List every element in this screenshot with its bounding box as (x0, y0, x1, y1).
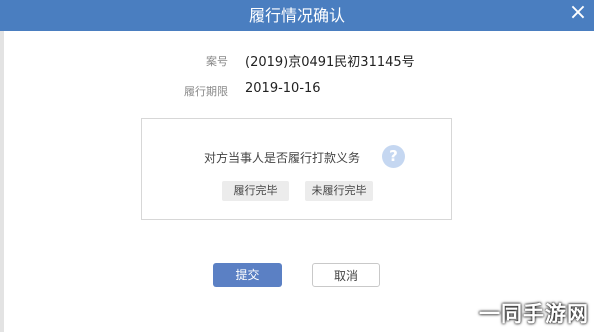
question-help-icon[interactable]: ? (382, 145, 405, 168)
left-edge-divider (0, 31, 4, 332)
dialog-title: 履行情况确认 (248, 6, 345, 25)
dialog-header: 履行情况确认 × (0, 0, 594, 31)
option-fulfilled[interactable]: 履行完毕 (222, 181, 289, 201)
close-icon[interactable]: × (566, 1, 590, 25)
case-number-value: (2019)京0491民初31145号 (245, 55, 415, 70)
deadline-value: 2019-10-16 (245, 81, 321, 96)
submit-button[interactable]: 提交 (213, 263, 282, 287)
watermark-logo: 一同手游网 (479, 302, 589, 326)
case-number-label: 案号 (206, 55, 228, 68)
question-text: 对方当事人是否履行打款义务 (204, 151, 361, 165)
confirmation-panel: 对方当事人是否履行打款义务 ? 履行完毕 未履行完毕 (141, 118, 452, 220)
cancel-button[interactable]: 取消 (312, 263, 380, 287)
option-not-fulfilled[interactable]: 未履行完毕 (305, 181, 373, 201)
deadline-label: 履行期限 (184, 85, 228, 98)
